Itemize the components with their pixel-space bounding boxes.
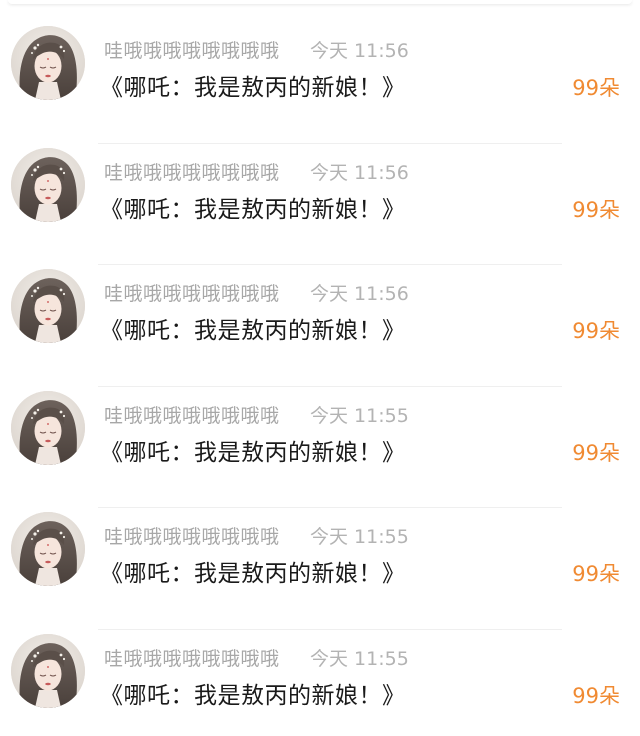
comment-row[interactable]: 哇哦哦哦哦哦哦哦哦 今天 11:56 《哪吒：我是敖丙的新娘！》 99朵 <box>0 144 640 266</box>
comment-row[interactable]: 哇哦哦哦哦哦哦哦哦 今天 11:55 《哪吒：我是敖丙的新娘！》 99朵 <box>0 508 640 630</box>
username[interactable]: 哇哦哦哦哦哦哦哦哦 <box>104 644 280 671</box>
avatar-girl-portrait-icon <box>11 633 85 708</box>
gift-count: 99朵 <box>572 440 620 465</box>
avatar[interactable] <box>11 26 85 100</box>
comment-list[interactable]: 哇哦哦哦哦哦哦哦哦 今天 11:56 《哪吒：我是敖丙的新娘！》 99朵 哇哦哦… <box>0 22 640 736</box>
gift-count: 99朵 <box>572 683 620 708</box>
gift-count: 99朵 <box>572 319 620 344</box>
comment-message: 《哪吒：我是敖丙的新娘！》 <box>100 682 406 709</box>
comment-row[interactable]: 哇哦哦哦哦哦哦哦哦 今天 11:56 《哪吒：我是敖丙的新娘！》 99朵 <box>0 265 640 387</box>
avatar-girl-portrait-icon <box>11 269 85 344</box>
comment-message: 《哪吒：我是敖丙的新娘！》 <box>100 75 406 101</box>
comment-message: 《哪吒：我是敖丙的新娘！》 <box>100 196 406 223</box>
timestamp: 今天 11:56 <box>310 40 409 62</box>
timestamp: 今天 11:55 <box>310 404 409 427</box>
gift-count: 99朵 <box>572 197 620 222</box>
avatar-girl-portrait-icon <box>11 147 85 222</box>
avatar[interactable] <box>11 633 85 708</box>
username[interactable]: 哇哦哦哦哦哦哦哦哦 <box>104 401 280 428</box>
username[interactable]: 哇哦哦哦哦哦哦哦哦 <box>104 522 280 549</box>
avatar[interactable] <box>11 269 85 344</box>
timestamp: 今天 11:55 <box>310 647 409 670</box>
comment-message: 《哪吒：我是敖丙的新娘！》 <box>100 439 406 466</box>
timestamp: 今天 11:56 <box>310 283 409 306</box>
comment-list-page: 哇哦哦哦哦哦哦哦哦 今天 11:56 《哪吒：我是敖丙的新娘！》 99朵 哇哦哦… <box>0 0 640 736</box>
timestamp: 今天 11:56 <box>310 161 409 184</box>
username[interactable]: 哇哦哦哦哦哦哦哦哦 <box>104 279 280 306</box>
avatar-girl-portrait-icon <box>11 390 85 465</box>
avatar-girl-portrait-icon <box>11 512 85 587</box>
avatar-girl-portrait-icon <box>11 26 85 100</box>
comment-row[interactable]: 哇哦哦哦哦哦哦哦哦 今天 11:55 《哪吒：我是敖丙的新娘！》 99朵 <box>0 630 640 736</box>
gift-count: 99朵 <box>572 76 620 100</box>
avatar[interactable] <box>11 390 85 465</box>
comment-row[interactable]: 哇哦哦哦哦哦哦哦哦 今天 11:55 《哪吒：我是敖丙的新娘！》 99朵 <box>0 387 640 509</box>
top-card-edge <box>8 0 632 4</box>
avatar[interactable] <box>11 512 85 587</box>
username[interactable]: 哇哦哦哦哦哦哦哦哦 <box>104 36 280 63</box>
comment-message: 《哪吒：我是敖丙的新娘！》 <box>100 318 406 345</box>
username[interactable]: 哇哦哦哦哦哦哦哦哦 <box>104 158 280 185</box>
comment-message: 《哪吒：我是敖丙的新娘！》 <box>100 561 406 588</box>
comment-row[interactable]: 哇哦哦哦哦哦哦哦哦 今天 11:56 《哪吒：我是敖丙的新娘！》 99朵 <box>0 22 640 144</box>
gift-count: 99朵 <box>572 562 620 587</box>
timestamp: 今天 11:55 <box>310 526 409 549</box>
avatar[interactable] <box>11 147 85 222</box>
